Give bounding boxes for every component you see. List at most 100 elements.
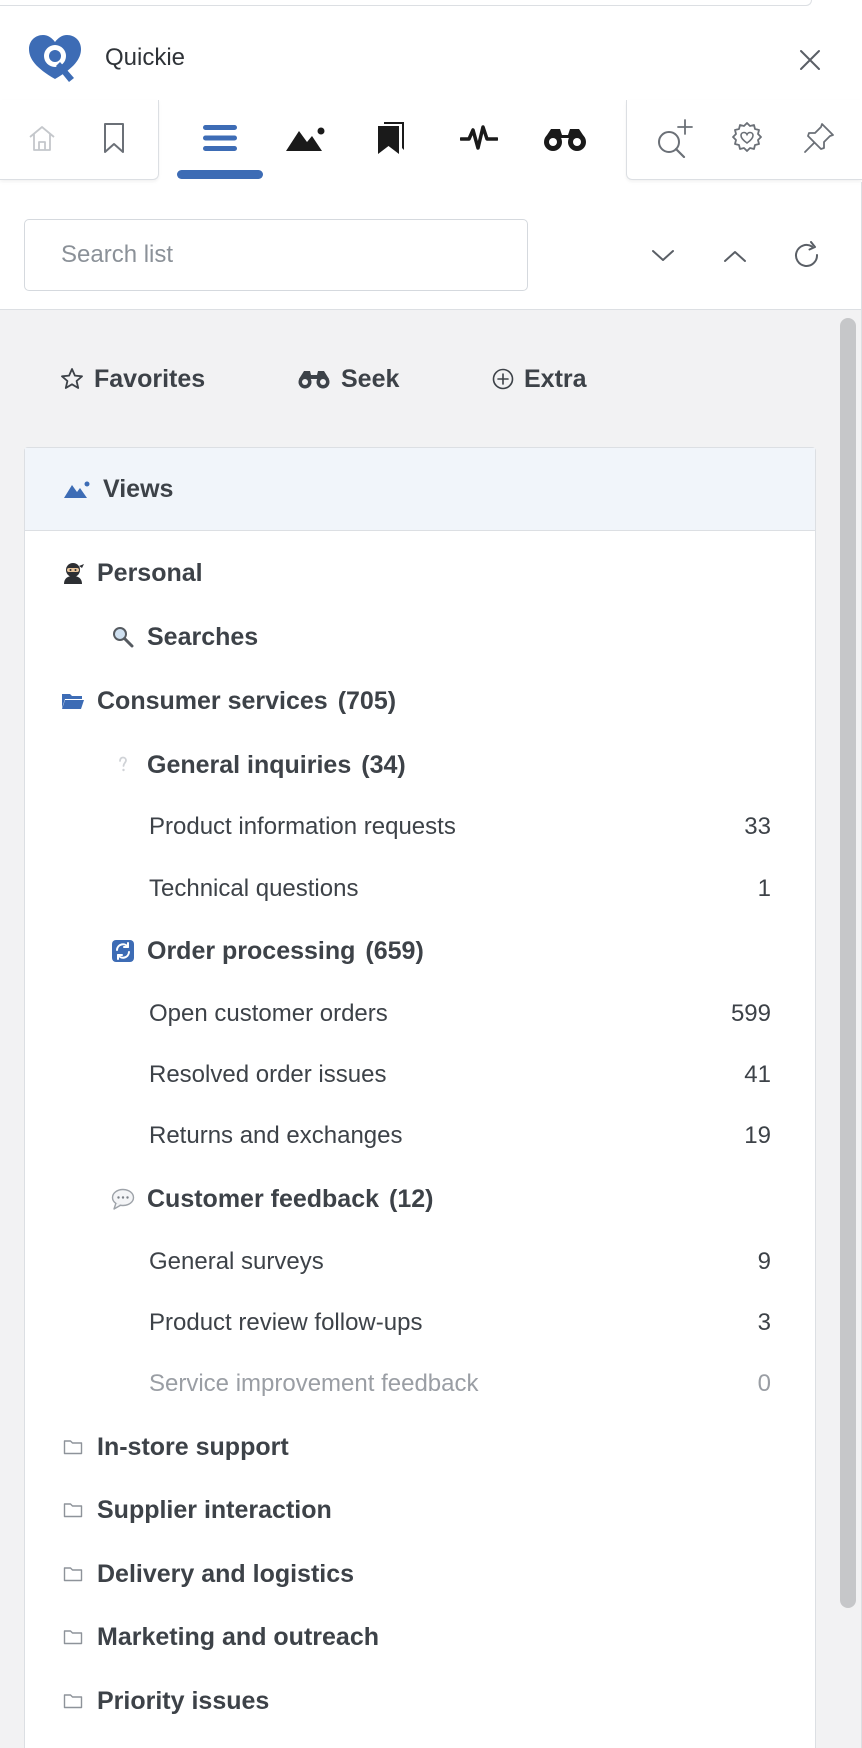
favorites-link[interactable]: Favorites: [60, 354, 205, 404]
seek-label: Seek: [341, 364, 400, 393]
tree-item-label: Searches: [147, 622, 259, 651]
tab-views[interactable]: [282, 116, 330, 160]
settings-button[interactable]: [723, 116, 771, 160]
add-search-button[interactable]: [651, 116, 699, 160]
folder-icon: [59, 1560, 87, 1588]
plus-circle-icon: [492, 368, 514, 390]
refresh-icon: [795, 241, 819, 267]
app-title: Quickie: [105, 44, 186, 71]
home-icon: [29, 126, 55, 151]
tree-item-searches[interactable]: Searches: [109, 615, 258, 659]
toolbar: [0, 100, 862, 182]
list-item-count: 33: [744, 813, 771, 840]
folder-icon: [59, 1433, 87, 1461]
collapse-all-button[interactable]: [715, 236, 755, 276]
active-tab-indicator: [177, 170, 263, 179]
home-button[interactable]: [18, 116, 66, 160]
tree-item-label: Customer feedback: [147, 1184, 380, 1213]
tab-list[interactable]: [196, 116, 244, 160]
seek-link[interactable]: Seek: [297, 354, 399, 404]
pin-button[interactable]: [795, 116, 843, 160]
tree-item-count: (705): [337, 686, 397, 715]
tree-item-general-inquiries[interactable]: General inquiries (34): [109, 743, 406, 787]
settings-icon: [732, 122, 762, 152]
bookmarks-icon: [378, 122, 404, 154]
activity-icon: [460, 125, 498, 150]
list-item-label: Service improvement feedback: [149, 1370, 479, 1397]
list-item[interactable]: Returns and exchanges 19: [149, 1114, 771, 1158]
magnifier-icon: [109, 623, 137, 651]
star-icon: [60, 367, 84, 391]
tree-item-in-store-support[interactable]: In-store support: [59, 1425, 289, 1469]
folder-open-icon: [59, 687, 87, 715]
list-item-count: 599: [730, 1000, 771, 1027]
list-item-count: 3: [757, 1309, 771, 1336]
cycle-icon: [109, 937, 137, 965]
tree-item-customer-feedback[interactable]: Customer feedback (12): [109, 1177, 434, 1221]
list-item-label: Product review follow-ups: [149, 1309, 423, 1336]
tree-item-delivery-and-logistics[interactable]: Delivery and logistics: [59, 1552, 354, 1596]
list-icon: [203, 125, 237, 151]
favorites-label: Favorites: [94, 364, 206, 393]
tree-item-personal[interactable]: Personal: [59, 551, 203, 595]
tree-item-label: Priority issues: [97, 1686, 270, 1715]
views-title: Views: [103, 474, 174, 503]
tab-bookmarks[interactable]: [367, 116, 415, 160]
bookmark-button[interactable]: [90, 116, 138, 160]
list-item-count: 9: [757, 1248, 771, 1275]
list-item[interactable]: Technical questions 1: [149, 867, 771, 911]
scrollbar-thumb[interactable]: [840, 318, 856, 1608]
views-icon: [286, 127, 325, 151]
views-panel: Views Personal Searches Consumer service…: [24, 447, 816, 1748]
views-header[interactable]: Views: [25, 448, 815, 531]
list-item[interactable]: Service improvement feedback 0: [149, 1362, 771, 1406]
list-item[interactable]: Open customer orders 599: [149, 992, 771, 1036]
list-item[interactable]: Resolved order issues 41: [149, 1053, 771, 1097]
extra-link[interactable]: Extra: [492, 354, 587, 404]
expand-all-button[interactable]: [643, 236, 683, 276]
tree-item-label: General inquiries: [147, 750, 352, 779]
tree-item-count: (659): [365, 936, 424, 965]
list-item-count: 41: [744, 1061, 771, 1088]
list-item[interactable]: Product information requests 33: [149, 805, 771, 849]
chevron-up-icon: [724, 251, 746, 262]
list-item-count: 1: [757, 875, 771, 902]
toolbar-right-group: [626, 100, 862, 180]
refresh-button[interactable]: [787, 236, 827, 276]
question-icon: [109, 751, 137, 779]
folder-icon: [59, 1687, 87, 1715]
bookmark-icon: [104, 123, 124, 153]
tree-item-label: In-store support: [97, 1432, 289, 1461]
list-item-label: Open customer orders: [149, 1000, 388, 1027]
app-header: Quickie: [0, 6, 862, 110]
search-row: [0, 182, 862, 310]
search-input[interactable]: [24, 219, 528, 291]
close-icon: [800, 50, 820, 70]
speech-bubble-icon: [109, 1185, 137, 1213]
list-content: Favorites Seek Extra Views Personal Sear…: [0, 310, 862, 1748]
quickie-logo-icon: [26, 32, 84, 86]
tree-item-label: Personal: [97, 558, 203, 587]
tree-item-priority-issues[interactable]: Priority issues: [59, 1679, 269, 1723]
pin-icon: [804, 123, 834, 153]
tree-item-order-processing[interactable]: Order processing (659): [109, 929, 424, 973]
tree-item-label: Marketing and outreach: [97, 1622, 379, 1651]
folder-icon: [59, 1623, 87, 1651]
list-item-label: Returns and exchanges: [149, 1122, 403, 1149]
folder-icon: [59, 1496, 87, 1524]
tree-item-consumer-services[interactable]: Consumer services (705): [59, 679, 396, 723]
tree-item-marketing-and-outreach[interactable]: Marketing and outreach: [59, 1615, 379, 1659]
list-item[interactable]: General surveys 9: [149, 1240, 771, 1284]
extra-label: Extra: [524, 364, 587, 393]
tab-activity[interactable]: [455, 116, 503, 160]
tree-item-label: Consumer services: [97, 686, 328, 715]
tree-item-supplier-interaction[interactable]: Supplier interaction: [59, 1488, 332, 1532]
list-item-count: 19: [744, 1122, 771, 1149]
list-item-label: Product information requests: [149, 813, 456, 840]
list-item[interactable]: Product review follow-ups 3: [149, 1301, 771, 1345]
tab-binoculars[interactable]: [541, 116, 589, 160]
tree-item-label: Supplier interaction: [97, 1495, 332, 1524]
ninja-icon: [59, 559, 87, 587]
close-button[interactable]: [796, 46, 824, 74]
binoculars-icon: [297, 368, 331, 390]
